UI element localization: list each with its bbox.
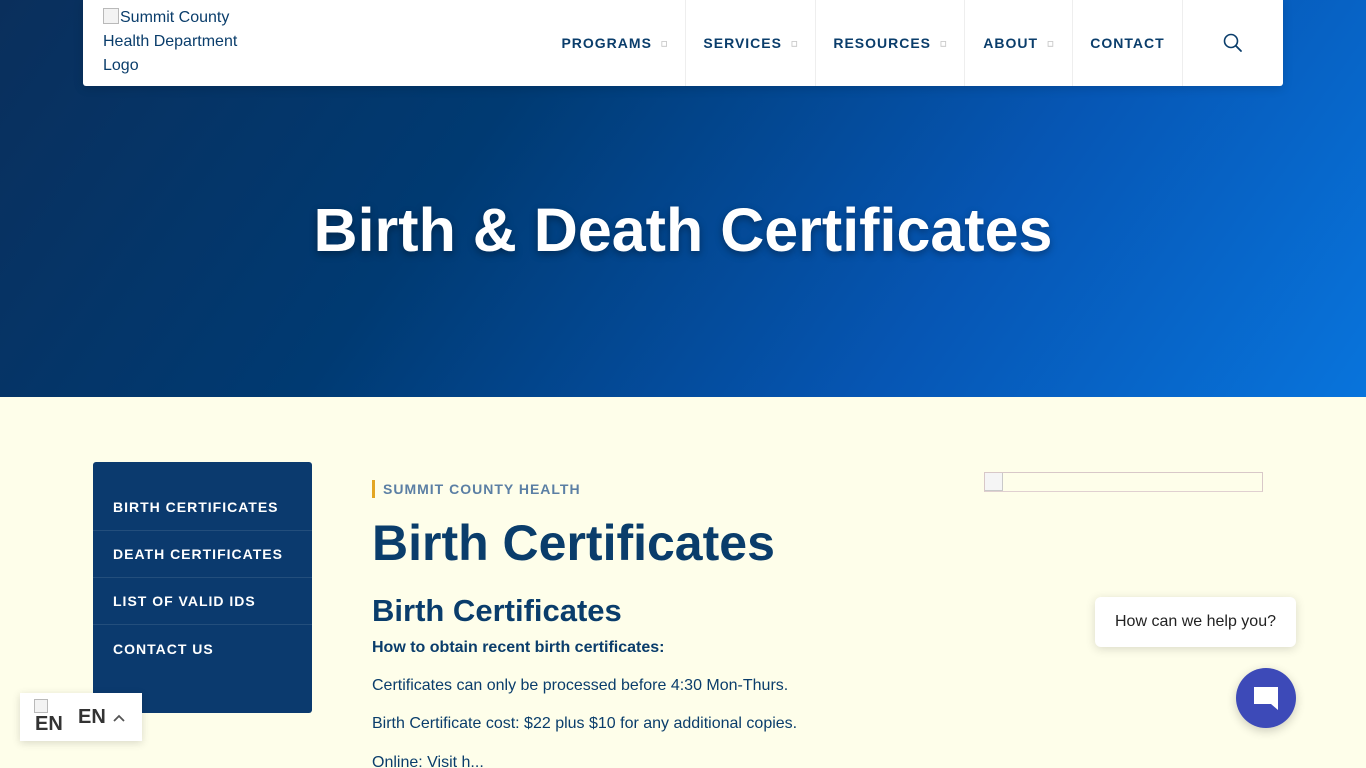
dropdown-indicator-icon: ◻ (940, 38, 947, 48)
flag-image: EN (34, 699, 64, 735)
sidebar-item-birth-certificates[interactable]: BIRTH CERTIFICATES (93, 484, 312, 531)
chat-icon (1254, 687, 1278, 710)
main-content: SUMMIT COUNTY HEALTH Birth Certificates … (372, 480, 952, 768)
page-heading: Birth Certificates (372, 515, 775, 571)
online-text[interactable]: Online: Visit h... (372, 753, 952, 768)
search-icon (1223, 33, 1242, 52)
instructions-heading: How to obtain recent birth certificates: (372, 639, 665, 656)
nav-resources-label: RESOURCES (833, 35, 932, 51)
section-sidebar: BIRTH CERTIFICATES DEATH CERTIFICATES LI… (93, 462, 312, 713)
hours-text: Certificates can only be processed befor… (372, 677, 789, 694)
chat-prompt-text: How can we help you? (1115, 613, 1276, 630)
broken-image-icon (103, 8, 119, 24)
nav-about[interactable]: ABOUT ◻ (965, 0, 1073, 86)
broken-image-icon (985, 473, 1003, 491)
nav-programs[interactable]: PROGRAMS ◻ (544, 0, 686, 86)
sidebar-item-label: LIST OF VALID IDS (113, 593, 256, 609)
sidebar-item-label: DEATH CERTIFICATES (113, 546, 283, 562)
chat-launcher-button[interactable] (1236, 668, 1296, 728)
content-image (984, 472, 1263, 492)
nav-resources[interactable]: RESOURCES ◻ (816, 0, 965, 86)
nav-services[interactable]: SERVICES ◻ (686, 0, 816, 86)
dropdown-indicator-icon: ◻ (1047, 38, 1054, 48)
section-eyebrow: SUMMIT COUNTY HEALTH (372, 480, 952, 498)
site-logo[interactable]: Summit County Health Department Logo (103, 6, 263, 78)
nav-contact-label: CONTACT (1090, 35, 1165, 51)
language-code: EN (78, 705, 106, 728)
chat-prompt-bubble[interactable]: How can we help you? (1095, 597, 1296, 647)
sidebar-item-label: BIRTH CERTIFICATES (113, 499, 279, 515)
flag-alt-text: EN (35, 713, 63, 735)
sidebar-item-valid-ids[interactable]: LIST OF VALID IDS (93, 578, 312, 625)
sidebar-item-label: CONTACT US (113, 640, 214, 657)
sidebar-item-contact-us[interactable]: CONTACT US (93, 625, 312, 672)
dropdown-indicator-icon: ◻ (790, 38, 798, 48)
main-nav: PROGRAMS ◻ SERVICES ◻ RESOURCES ◻ ABOUT ◻ CO… (544, 0, 1183, 86)
sidebar-item-death-certificates[interactable]: DEATH CERTIFICATES (93, 531, 312, 578)
nav-contact[interactable]: CONTACT (1073, 0, 1183, 86)
hero-title: Birth & Death Certificates (313, 196, 1053, 264)
logo-alt-text: Summit County Health Department Logo (103, 9, 238, 74)
site-header: Summit County Health Department Logo PRO… (83, 0, 1283, 86)
page-subheading: Birth Certificates (372, 593, 622, 628)
search-button[interactable] (1183, 0, 1283, 86)
nav-services-label: SERVICES (703, 35, 782, 51)
cost-text: Birth Certificate cost: $22 plus $10 for… (372, 715, 798, 732)
dropdown-indicator-icon: ◻ (660, 38, 668, 48)
language-switcher[interactable]: EN EN (20, 693, 142, 741)
broken-image-icon (34, 699, 48, 713)
nav-programs-label: PROGRAMS (561, 35, 652, 51)
nav-about-label: ABOUT (983, 35, 1039, 51)
chevron-up-icon (113, 709, 125, 725)
